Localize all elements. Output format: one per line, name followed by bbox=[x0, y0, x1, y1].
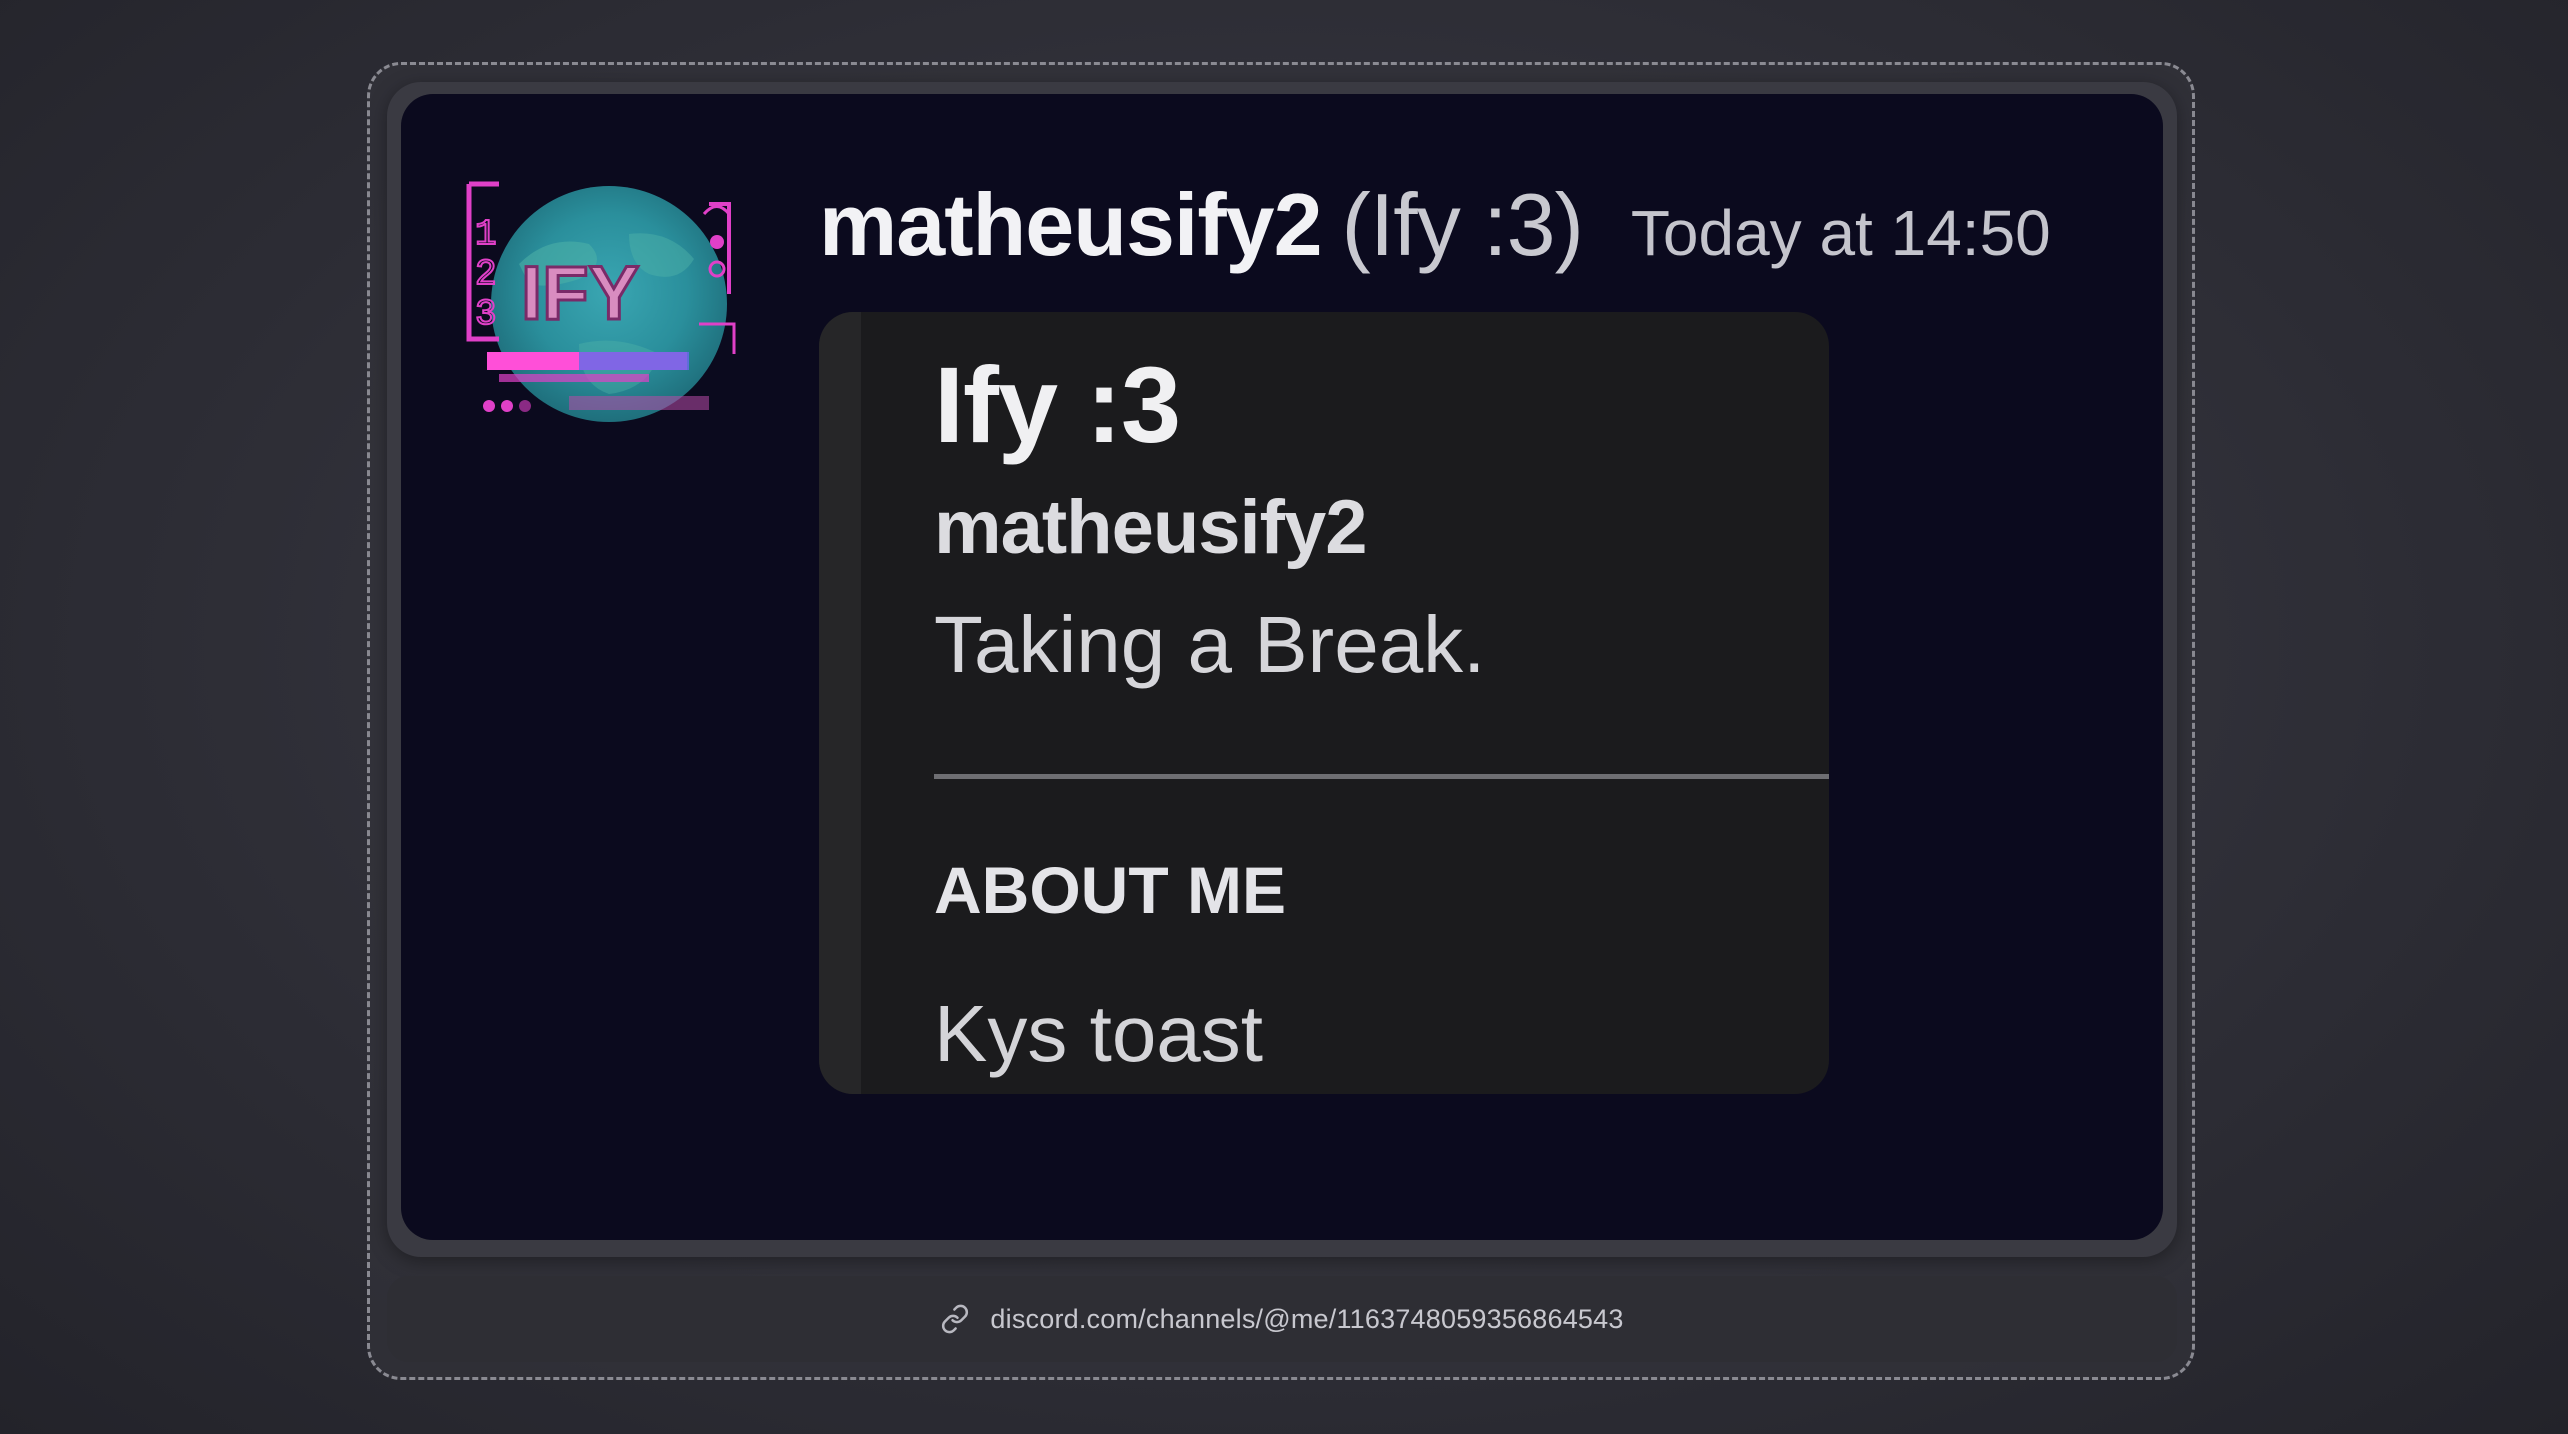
about-me-heading: ABOUT ME bbox=[934, 853, 1286, 927]
svg-text:IFY: IFY bbox=[521, 251, 639, 336]
source-link-text[interactable]: discord.com/channels/@me/116374805935686… bbox=[990, 1304, 1623, 1335]
avatar-ify-logo-icon: 1 2 3 IFY bbox=[466, 181, 736, 422]
nickname: (Ify :3) bbox=[1341, 175, 1584, 274]
svg-text:2: 2 bbox=[475, 254, 497, 295]
source-link-bar[interactable]: discord.com/channels/@me/116374805935686… bbox=[387, 1276, 2177, 1362]
profile-embed: Ify :3 matheusify2 Taking a Break. ABOUT… bbox=[819, 312, 1829, 1094]
embed-status: Taking a Break. bbox=[934, 600, 1486, 689]
username[interactable]: matheusify2 bbox=[819, 174, 1323, 276]
embed-username: matheusify2 bbox=[934, 485, 1367, 570]
svg-text:1: 1 bbox=[475, 214, 497, 255]
avatar[interactable]: 1 2 3 IFY bbox=[459, 174, 749, 434]
about-me-text: Kys toast bbox=[934, 989, 1264, 1078]
embed-title: Ify :3 bbox=[934, 344, 1181, 465]
embed-divider bbox=[934, 774, 1829, 779]
embed-accent-bar bbox=[819, 312, 861, 1094]
svg-text:3: 3 bbox=[475, 294, 497, 335]
message-card: 1 2 3 IFY matheusify2 (Ify :3) Today at … bbox=[401, 94, 2163, 1240]
link-icon bbox=[940, 1304, 970, 1334]
message-timestamp[interactable]: Today at 14:50 bbox=[1631, 196, 2051, 270]
message-header: matheusify2 (Ify :3) Today at 14:50 bbox=[819, 174, 2051, 294]
